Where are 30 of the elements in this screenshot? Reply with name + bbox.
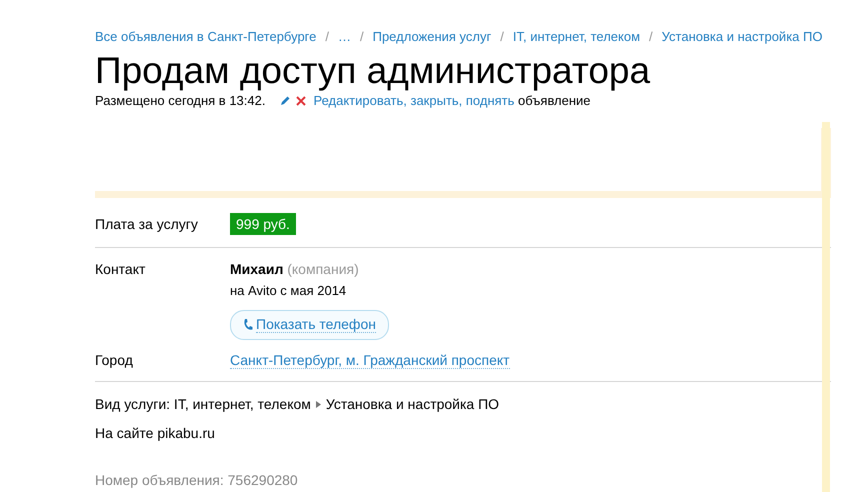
service-category: Вид услуги: IT, интернет, телеком (95, 396, 311, 412)
breadcrumb-separator: / (360, 29, 364, 44)
breadcrumb-link[interactable]: IT, интернет, телеком (512, 29, 640, 44)
phone-icon (243, 318, 253, 331)
edit-link[interactable]: Редактировать, закрыть, поднять (313, 93, 514, 108)
edit-notice: Редактировать, закрыть, поднять объявление (313, 93, 591, 108)
breadcrumb-separator: / (325, 29, 329, 44)
breadcrumb-link[interactable]: … (338, 29, 351, 44)
field-label: Контакт (95, 261, 146, 279)
ad-number: Номер объявления: 756290280 (95, 472, 299, 488)
breadcrumb-separator: / (500, 29, 504, 44)
posted-time: Размещено сегодня в 13:42. (95, 93, 266, 108)
seller-type: (компания) (287, 261, 359, 277)
breadcrumb-link[interactable]: Все объявления в Санкт-Петербурге (95, 29, 316, 44)
close-icon[interactable] (296, 96, 306, 106)
pencil-icon[interactable] (280, 95, 292, 106)
seller-name: Михаил (230, 261, 284, 277)
ad-title: Продам доступ администратора (95, 49, 652, 93)
city-link[interactable]: Санкт-Петербург, м. Гражданский проспект (230, 352, 510, 369)
ad-description: На сайте pikabu.ru (95, 425, 216, 441)
breadcrumb-link[interactable]: Установка и настройка ПО (662, 29, 822, 44)
breadcrumb-separator: / (649, 29, 653, 44)
show-phone-button[interactable]: Показать телефон (230, 310, 389, 340)
breadcrumb-link[interactable]: Предложения услуг (372, 29, 492, 44)
triangle-icon (316, 400, 321, 408)
field-label: Город (95, 352, 134, 369)
field-label: Плата за услугу (95, 216, 199, 232)
member-since: на Avito с мая 2014 (230, 283, 346, 298)
service-subcategory: Установка и настройка ПО (326, 396, 500, 412)
price-tag: 999 руб. (230, 213, 296, 235)
